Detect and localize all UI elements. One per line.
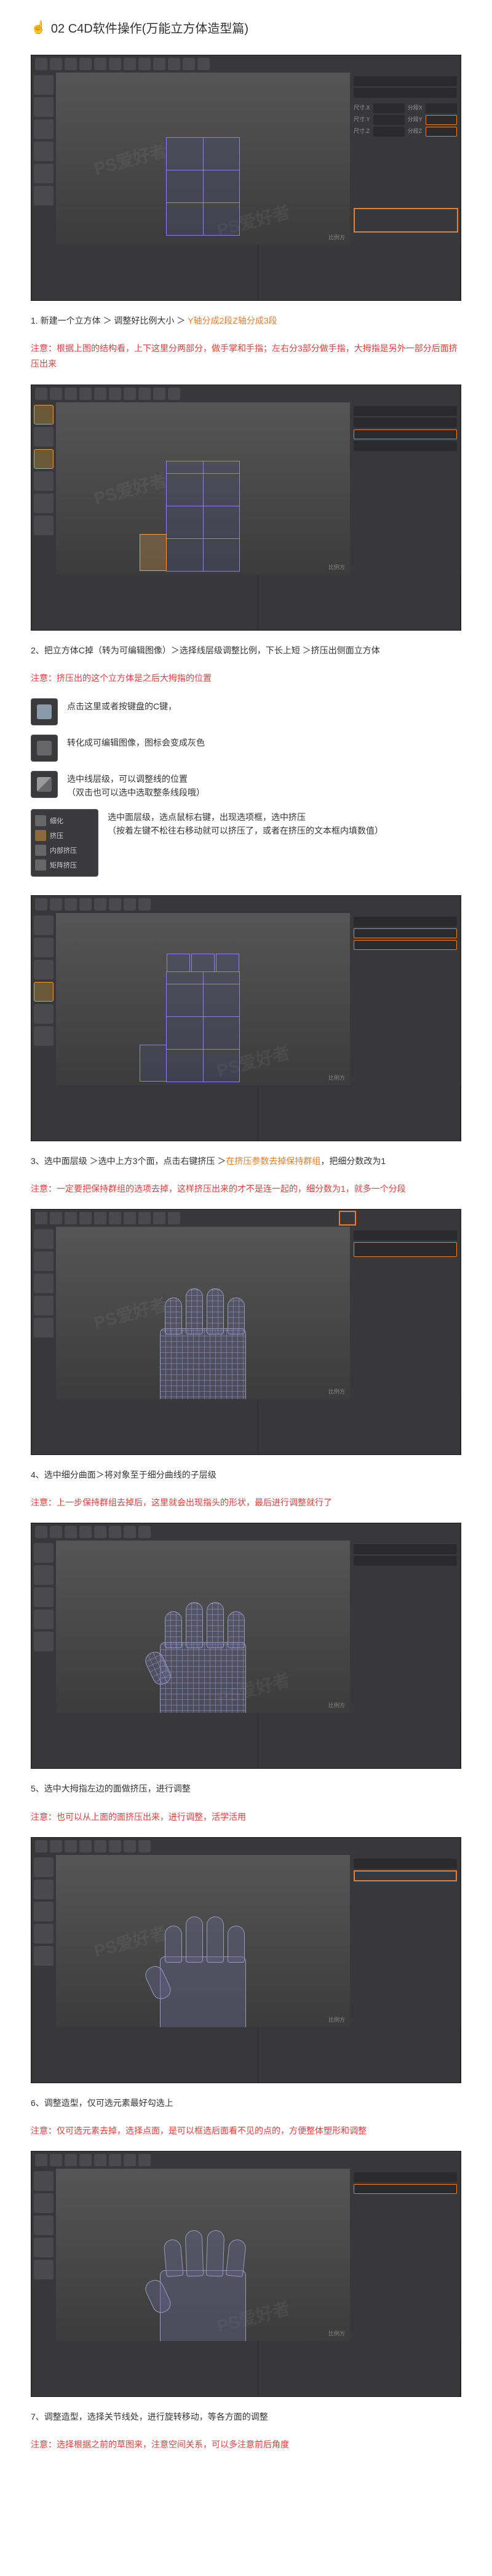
c4d-left-tools	[31, 73, 56, 300]
c4d-bottom-panel	[56, 245, 461, 300]
extrude-menu: 细化 挤压 内部挤压 矩阵挤压	[31, 809, 98, 877]
step-2: 2、把立方体C掉（转为可编辑图像）＞选择线层级调整比例，下长上短 ＞挤压出侧面立…	[31, 643, 461, 658]
highlight-box	[354, 208, 458, 233]
step-7-note: 注意：选择根据之前的草图来，注意空间关系，可以多注意前后角度	[31, 2437, 461, 2452]
c4d-screenshot-3: PS爱好者 比例方	[31, 895, 461, 1141]
c4d-screenshot-4: PS爱好者 比例方	[31, 1209, 461, 1455]
c4d-screenshot-1: PS爱好者 PS爱好者 比例方 尺寸.X 分段X 尺寸.Y 分段Y 尺寸.Z 分…	[31, 55, 461, 301]
step-1: 1. 新建一个立方体 ＞ 调整好比例大小 ＞ Y轴分成2段Z轴分成3段	[31, 313, 461, 329]
edge-mode-icon	[31, 771, 58, 798]
c4d-screenshot-7: PS爱好者 比例方	[31, 2151, 461, 2397]
section-title: ☝ 02 C4D软件操作(万能立方体造型篇)	[31, 18, 461, 36]
step-3: 3、选中面层级 ＞选中上方3个面，点击右键挤压 ＞在挤压参数去掉保持群组，把细分…	[31, 1154, 461, 1169]
step-7: 7、调整造型，选择关节线处，进行旋转移动，等各方面的调整	[31, 2409, 461, 2425]
c4d-screenshot-2: PS爱好者 比例方	[31, 385, 461, 631]
step-5: 5、选中大拇指左边的面做挤压，进行调整	[31, 1781, 461, 1796]
highlight-box	[339, 1211, 356, 1226]
ratio-label: 比例方	[328, 233, 345, 241]
hand-model	[141, 1273, 264, 1408]
step-5-note: 注意：也可以从上面的面挤压出来，进行调整，活学活用	[31, 1809, 461, 1825]
pointer-icon: ☝	[31, 20, 46, 35]
step-4-note: 注意：上一步保持群组去掉后，这里就会出现指头的形状，最后进行调整就行了	[31, 1495, 461, 1510]
cube-model	[166, 137, 240, 236]
step-3-note: 注意：一定要把保持群组的选项去掉，这样挤压出来的才不是连一起的，细分数为1，就多…	[31, 1181, 461, 1197]
section-title-text: 02 C4D软件操作(万能立方体造型篇)	[51, 18, 248, 36]
c4d-toolbar	[31, 55, 461, 73]
icon-explanations: 点击这里或者按键盘的C键， 转化成可编辑图像，图标会变成灰色 选中线层级，可以调…	[31, 698, 461, 877]
step-2-note: 注意：挤压出的这个立方体是之后大拇指的位置	[31, 671, 461, 686]
step-1-note: 注意：根据上图的结构看，上下这里分两部分，做手掌和手指；左右分3部分做手指，大拇…	[31, 341, 461, 372]
c4d-screenshot-5: PS爱好者 比例方	[31, 1523, 461, 1769]
c4d-screenshot-6: PS爱好者 比例方	[31, 1837, 461, 2083]
editable-grey-icon	[31, 735, 58, 762]
make-editable-icon	[31, 698, 58, 725]
step-6: 6、调整造型，仅可选元素最好勾选上	[31, 2095, 461, 2111]
step-6-note: 注意：仅可选元素去掉，选择点面，是可以框选后面看不见的点的，方便整体塑形和调整	[31, 2123, 461, 2139]
watermark: PS爱好者	[91, 137, 170, 180]
step-4: 4、选中细分曲面＞将对象至于细分曲线的子层级	[31, 1467, 461, 1483]
